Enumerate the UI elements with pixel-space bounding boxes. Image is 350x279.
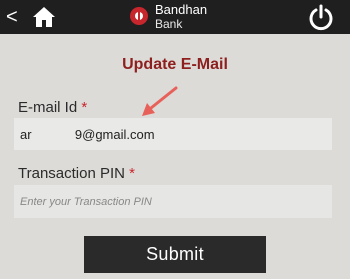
submit-button[interactable]: Submit bbox=[84, 236, 266, 273]
pin-label-text: Transaction PIN bbox=[18, 165, 125, 182]
back-icon[interactable]: < bbox=[6, 7, 18, 27]
brand-logo: Bandhan Bank bbox=[129, 2, 239, 32]
transaction-pin-input[interactable] bbox=[14, 185, 332, 218]
required-marker: * bbox=[129, 165, 136, 182]
bandhan-logo-icon bbox=[130, 7, 148, 25]
email-label-text: E-mail Id bbox=[18, 99, 78, 116]
pin-label: Transaction PIN * bbox=[18, 165, 135, 182]
email-field[interactable] bbox=[14, 118, 332, 150]
power-icon[interactable] bbox=[306, 2, 336, 32]
brand-name: Bandhan bbox=[155, 2, 208, 17]
required-marker: * bbox=[81, 99, 88, 116]
brand-subtitle: Bank bbox=[155, 17, 183, 31]
email-label: E-mail Id * bbox=[18, 99, 87, 116]
top-navigation-bar: < Bandhan Bank bbox=[0, 0, 350, 34]
home-icon[interactable] bbox=[32, 6, 56, 28]
pin-field[interactable] bbox=[14, 185, 332, 218]
annotation-arrow-icon bbox=[142, 86, 178, 116]
email-input[interactable] bbox=[14, 118, 332, 150]
page-title: Update E-Mail bbox=[122, 56, 228, 73]
